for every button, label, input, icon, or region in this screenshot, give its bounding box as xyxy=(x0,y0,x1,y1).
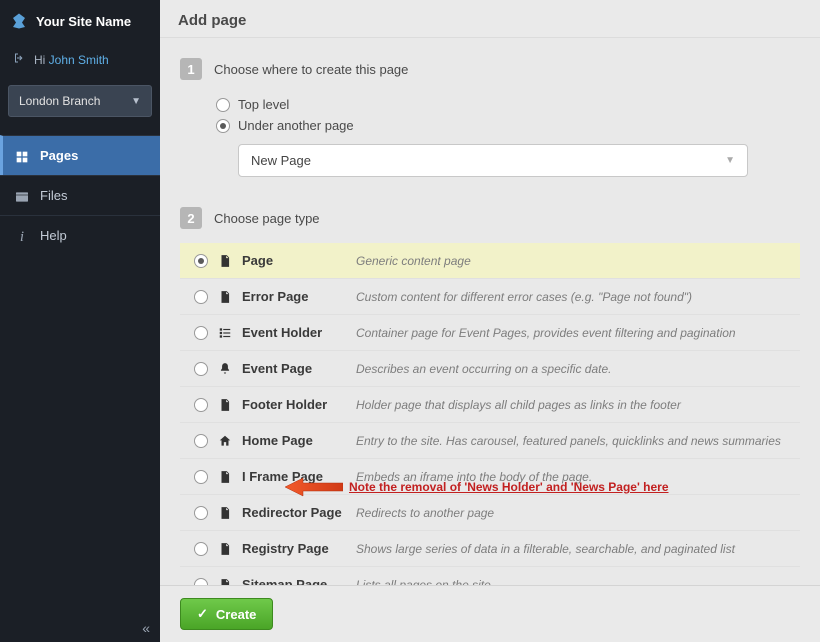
create-label: Create xyxy=(216,607,256,622)
page-type-name: Home Page xyxy=(242,433,313,448)
step-1-header: 1 Choose where to create this page xyxy=(180,58,800,80)
nav-item-help[interactable]: i Help xyxy=(0,215,160,255)
branch-selector[interactable]: London Branch ▼ xyxy=(8,85,152,117)
page-type-icon xyxy=(218,290,232,304)
step-1-label: Choose where to create this page xyxy=(214,62,408,77)
greeting-prefix: Hi xyxy=(34,53,49,67)
radio-control[interactable] xyxy=(194,506,208,520)
page-type-list: Page Generic content page Error Page Custom… xyxy=(180,243,800,585)
nav-label: Pages xyxy=(40,148,78,163)
nav-item-pages[interactable]: Pages xyxy=(0,135,160,175)
files-icon xyxy=(14,189,30,203)
page-type-row[interactable]: Event Page Describes an event occurring o… xyxy=(180,350,800,386)
page-type-icon xyxy=(218,578,232,586)
nav-label: Help xyxy=(40,228,67,243)
radio-top-level[interactable]: Top level xyxy=(216,94,800,115)
radio-control[interactable] xyxy=(194,326,208,340)
step-number: 2 xyxy=(180,207,202,229)
annotation-text: Note the removal of 'News Holder' and 'N… xyxy=(349,480,669,494)
page-type-row[interactable]: Registry Page Shows large series of data … xyxy=(180,530,800,566)
page-type-name: Error Page xyxy=(242,289,308,304)
radio-control[interactable] xyxy=(194,578,208,586)
radio-label: Top level xyxy=(238,97,289,112)
page-type-icon xyxy=(218,470,232,484)
page-type-row[interactable]: Sitemap Page Lists all pages on the site xyxy=(180,566,800,585)
radio-control[interactable] xyxy=(194,290,208,304)
annotation: Note the removal of 'News Holder' and 'N… xyxy=(285,476,669,498)
page-type-desc: Redirects to another page xyxy=(356,506,786,520)
create-button[interactable]: ✓ Create xyxy=(180,598,273,630)
pages-icon xyxy=(14,149,30,163)
chevron-down-icon: ▼ xyxy=(725,155,735,166)
parent-page-dropdown[interactable]: New Page ▼ xyxy=(238,144,748,177)
location-radio-group: Top level Under another page xyxy=(216,94,800,136)
page-title: Add page xyxy=(160,0,820,38)
page-type-desc: Container page for Event Pages, provides… xyxy=(356,326,786,340)
chevron-down-icon: ▼ xyxy=(131,96,141,107)
page-type-name: Redirector Page xyxy=(242,505,342,520)
page-type-icon xyxy=(218,506,232,520)
nav: Pages Files i Help xyxy=(0,135,160,255)
footer: ✓ Create xyxy=(160,585,820,642)
page-type-icon xyxy=(218,326,232,340)
nav-item-files[interactable]: Files xyxy=(0,175,160,215)
main: Add page 1 Choose where to create this p… xyxy=(160,0,820,642)
branch-label: London Branch xyxy=(19,94,100,108)
page-type-row[interactable]: Page Generic content page xyxy=(180,243,800,278)
sidebar: Your Site Name Hi John Smith London Bran… xyxy=(0,0,160,642)
page-type-icon xyxy=(218,542,232,556)
page-type-icon xyxy=(218,362,232,376)
page-type-icon xyxy=(218,398,232,412)
user-link[interactable]: John Smith xyxy=(49,53,109,67)
page-type-desc: Describes an event occurring on a specif… xyxy=(356,362,786,376)
page-type-name: Sitemap Page xyxy=(242,577,327,585)
step-2-label: Choose page type xyxy=(214,211,320,226)
site-name: Your Site Name xyxy=(36,14,131,29)
arrow-icon xyxy=(285,476,343,498)
page-type-row[interactable]: Home Page Entry to the site. Has carousel… xyxy=(180,422,800,458)
page-type-desc: Lists all pages on the site xyxy=(356,578,786,586)
page-type-row[interactable]: Redirector Page Redirects to another page xyxy=(180,494,800,530)
dropdown-value: New Page xyxy=(251,153,311,168)
page-type-name: Event Page xyxy=(242,361,312,376)
radio-control[interactable] xyxy=(194,362,208,376)
page-type-icon xyxy=(218,434,232,448)
page-type-icon xyxy=(218,254,232,268)
page-type-row[interactable]: Error Page Custom content for different e… xyxy=(180,278,800,314)
page-type-row[interactable]: Event Holder Container page for Event Pag… xyxy=(180,314,800,350)
page-type-desc: Custom content for different error cases… xyxy=(356,290,786,304)
step-number: 1 xyxy=(180,58,202,80)
site-header: Your Site Name xyxy=(0,0,160,42)
site-logo-icon xyxy=(10,12,28,30)
step-2-header: 2 Choose page type xyxy=(180,207,800,229)
page-type-desc: Generic content page xyxy=(356,254,786,268)
radio-control[interactable] xyxy=(194,254,208,268)
greeting: Hi John Smith xyxy=(0,42,160,77)
page-type-name: Page xyxy=(242,253,273,268)
logout-icon[interactable] xyxy=(12,52,26,67)
radio-label: Under another page xyxy=(238,118,354,133)
radio-control[interactable] xyxy=(216,119,230,133)
page-type-desc: Shows large series of data in a filterab… xyxy=(356,542,786,556)
page-type-desc: Holder page that displays all child page… xyxy=(356,398,786,412)
collapse-icon: « xyxy=(142,620,150,636)
page-type-name: Footer Holder xyxy=(242,397,327,412)
radio-control[interactable] xyxy=(216,98,230,112)
page-type-desc: Entry to the site. Has carousel, feature… xyxy=(356,434,786,448)
collapse-sidebar-button[interactable]: « xyxy=(0,614,160,642)
nav-label: Files xyxy=(40,188,67,203)
radio-control[interactable] xyxy=(194,542,208,556)
help-icon: i xyxy=(14,229,30,243)
content: 1 Choose where to create this page Top l… xyxy=(160,38,820,585)
radio-control[interactable] xyxy=(194,398,208,412)
page-type-name: Event Holder xyxy=(242,325,322,340)
check-icon: ✓ xyxy=(197,606,208,622)
radio-control[interactable] xyxy=(194,470,208,484)
page-type-name: Registry Page xyxy=(242,541,329,556)
radio-under-another[interactable]: Under another page xyxy=(216,115,800,136)
page-type-row[interactable]: Footer Holder Holder page that displays a… xyxy=(180,386,800,422)
radio-control[interactable] xyxy=(194,434,208,448)
